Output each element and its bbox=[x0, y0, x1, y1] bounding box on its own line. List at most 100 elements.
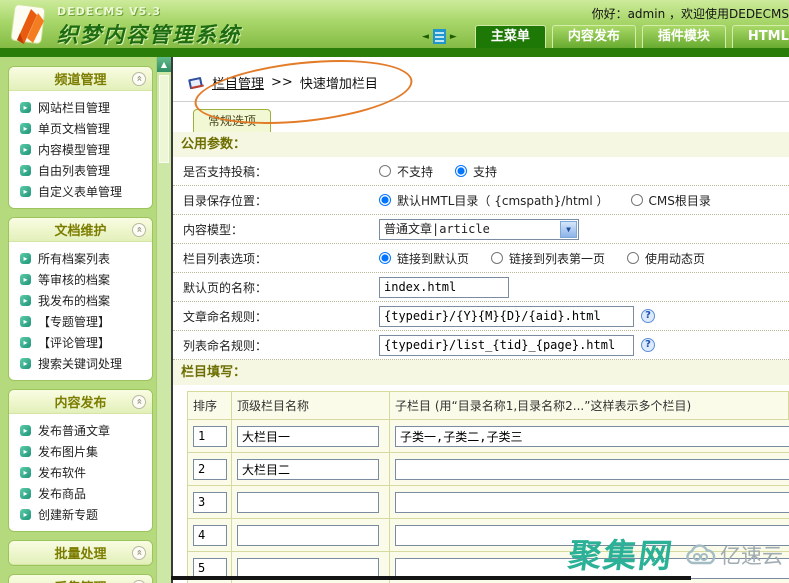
default-page-input[interactable] bbox=[379, 277, 509, 298]
help-icon[interactable]: ? bbox=[641, 338, 655, 352]
arrow-bullet-icon: ▸ bbox=[20, 123, 31, 134]
col-header-sort: 排序 bbox=[188, 392, 232, 419]
tab-main-menu[interactable]: 主菜单 bbox=[475, 25, 546, 48]
top-tabbar: ◄ ► 主菜单 内容发布 插件模块 HTML更新 bbox=[418, 25, 789, 48]
tab-plugin-module[interactable]: 插件模块 bbox=[642, 25, 726, 48]
radio-label[interactable]: 使用动态页 bbox=[645, 250, 705, 267]
sidebar-item-pending-archives[interactable]: ▸等审核的档案 bbox=[20, 269, 148, 290]
sidebar-scrollbar[interactable]: ▲ bbox=[156, 57, 171, 583]
sidebar-section-title: 内容发布 bbox=[9, 390, 152, 414]
radio-dynamic-page[interactable] bbox=[627, 252, 639, 264]
field-label: 内容模型： bbox=[173, 221, 379, 238]
col-header-name: 顶级栏目名称 bbox=[232, 392, 390, 419]
radio-label[interactable]: 链接到默认页 bbox=[397, 250, 469, 267]
arrow-bullet-icon: ▸ bbox=[20, 165, 31, 176]
sidebar-item-create-topic[interactable]: ▸创建新专题 bbox=[20, 504, 148, 525]
sidebar-section-title: 采集管理 bbox=[9, 575, 152, 583]
arrow-bullet-icon: ▸ bbox=[20, 488, 31, 499]
tab-html-update[interactable]: HTML更新 bbox=[732, 25, 789, 48]
sort-input[interactable] bbox=[193, 426, 227, 447]
sidebar-section-title: 批量处理 bbox=[9, 541, 152, 565]
collapse-icon[interactable] bbox=[132, 72, 146, 86]
table-row bbox=[188, 420, 789, 453]
radio-dir-default[interactable] bbox=[379, 194, 391, 206]
sidebar-panel-batch: 批量处理 bbox=[8, 540, 153, 566]
tab-general-options[interactable]: 常规选项 bbox=[193, 109, 271, 132]
sub-columns-input[interactable] bbox=[395, 459, 789, 480]
arrow-bullet-icon: ▸ bbox=[20, 295, 31, 306]
watermark-brand-text: 亿速云 bbox=[720, 540, 783, 570]
radio-label[interactable]: 链接到列表第一页 bbox=[509, 250, 605, 267]
breadcrumb-separator: >> bbox=[271, 75, 293, 90]
help-icon[interactable]: ? bbox=[641, 309, 655, 323]
header-bar: DEDECMS V5.3 织梦内容管理系统 你好：admin ，欢迎使用DEDE… bbox=[0, 0, 789, 48]
collapse-icon[interactable] bbox=[132, 223, 146, 237]
radio-label[interactable]: 默认HMTL目录（ {cmspath}/html ） bbox=[397, 192, 609, 209]
sub-columns-input[interactable] bbox=[395, 426, 789, 447]
sidebar-panel-document: 文档维护 ▸所有档案列表 ▸等审核的档案 ▸我发布的档案 ▸【专题管理】 ▸【评… bbox=[8, 217, 153, 381]
arrow-bullet-icon: ▸ bbox=[20, 509, 31, 520]
sidebar-item-publish-software[interactable]: ▸发布软件 bbox=[20, 462, 148, 483]
sidebar-item-all-archives[interactable]: ▸所有档案列表 bbox=[20, 248, 148, 269]
sort-input[interactable] bbox=[193, 525, 227, 546]
sidebar-item-custom-form-manage[interactable]: ▸自定义表单管理 bbox=[20, 181, 148, 202]
top-column-name-input[interactable] bbox=[237, 426, 379, 447]
sidebar-item-comment-manage[interactable]: ▸【评论管理】 bbox=[20, 332, 148, 353]
product-version: DEDECMS V5.3 bbox=[57, 5, 241, 18]
sidebar-item-free-list-manage[interactable]: ▸自由列表管理 bbox=[20, 160, 148, 181]
top-column-name-input[interactable] bbox=[237, 525, 379, 546]
sub-columns-input[interactable] bbox=[395, 492, 789, 513]
header-divider-bar bbox=[0, 48, 789, 57]
arrow-bullet-icon: ▸ bbox=[20, 274, 31, 285]
field-label: 目录保存位置： bbox=[173, 192, 379, 209]
tab-content-publish[interactable]: 内容发布 bbox=[552, 25, 636, 48]
collapse-icon[interactable] bbox=[132, 546, 146, 560]
collapse-icon[interactable] bbox=[132, 395, 146, 409]
field-label: 默认页的名称： bbox=[173, 279, 379, 296]
tab-scroll-left-icon[interactable]: ◄ bbox=[422, 32, 429, 42]
sidebar-item-publish-gallery[interactable]: ▸发布图片集 bbox=[20, 441, 148, 462]
sidebar-item-content-model-manage[interactable]: ▸内容模型管理 bbox=[20, 139, 148, 160]
radio-label[interactable]: CMS根目录 bbox=[649, 192, 711, 209]
top-column-name-input[interactable] bbox=[237, 492, 379, 513]
sort-input[interactable] bbox=[193, 492, 227, 513]
section-column-fill: 栏目填写： bbox=[173, 360, 789, 385]
sidebar-item-search-keyword[interactable]: ▸搜索关键词处理 bbox=[20, 353, 148, 374]
radio-dir-root[interactable] bbox=[631, 194, 643, 206]
user-greeting: 你好：admin ，欢迎使用DEDECMS bbox=[592, 5, 789, 22]
sidebar-item-site-column-manage[interactable]: ▸网站栏目管理 bbox=[20, 97, 148, 118]
radio-contribute-yes[interactable] bbox=[455, 165, 467, 177]
table-row bbox=[188, 486, 789, 519]
breadcrumb-link[interactable]: 栏目管理 bbox=[212, 73, 264, 92]
breadcrumb: 栏目管理 >> 快速增加栏目 bbox=[187, 73, 378, 92]
list-rule-input[interactable] bbox=[379, 335, 634, 356]
radio-link-first[interactable] bbox=[491, 252, 503, 264]
dedecms-admin-window: DEDECMS V5.3 织梦内容管理系统 你好：admin ，欢迎使用DEDE… bbox=[0, 0, 789, 583]
logo: DEDECMS V5.3 织梦内容管理系统 bbox=[5, 2, 241, 49]
radio-label[interactable]: 支持 bbox=[473, 163, 497, 180]
sidebar-item-my-archives[interactable]: ▸我发布的档案 bbox=[20, 290, 148, 311]
sidebar-item-publish-article[interactable]: ▸发布普通文章 bbox=[20, 420, 148, 441]
arrow-bullet-icon: ▸ bbox=[20, 467, 31, 478]
radio-label[interactable]: 不支持 bbox=[397, 163, 433, 180]
breadcrumb-current: 快速增加栏目 bbox=[300, 73, 378, 92]
top-column-name-input[interactable] bbox=[237, 459, 379, 480]
field-label: 列表命名规则： bbox=[173, 337, 379, 354]
scrollbar-thumb[interactable] bbox=[159, 75, 169, 163]
table-header-row: 排序 顶级栏目名称 子栏目 (用“目录名称1,目录名称2...”这样表示多个栏目… bbox=[188, 392, 789, 420]
chevron-down-icon[interactable]: ▼ bbox=[560, 221, 577, 238]
sort-input[interactable] bbox=[193, 459, 227, 480]
radio-contribute-no[interactable] bbox=[379, 165, 391, 177]
menu-list-icon[interactable] bbox=[433, 29, 446, 44]
sidebar-item-publish-goods[interactable]: ▸发布商品 bbox=[20, 483, 148, 504]
tab-scroll-right-icon[interactable]: ► bbox=[450, 32, 457, 42]
sidebar-item-single-page-manage[interactable]: ▸单页文档管理 bbox=[20, 118, 148, 139]
content-model-select[interactable]: 普通文章|article ▼ bbox=[379, 219, 579, 240]
arrow-bullet-icon: ▸ bbox=[20, 102, 31, 113]
sidebar-panel-channel: 频道管理 ▸网站栏目管理 ▸单页文档管理 ▸内容模型管理 ▸自由列表管理 ▸自定… bbox=[8, 66, 153, 209]
sidebar-item-topic-manage[interactable]: ▸【专题管理】 bbox=[20, 311, 148, 332]
radio-link-default[interactable] bbox=[379, 252, 391, 264]
scroll-up-icon[interactable]: ▲ bbox=[157, 57, 171, 72]
arrow-bullet-icon: ▸ bbox=[20, 446, 31, 457]
article-rule-input[interactable] bbox=[379, 306, 634, 327]
